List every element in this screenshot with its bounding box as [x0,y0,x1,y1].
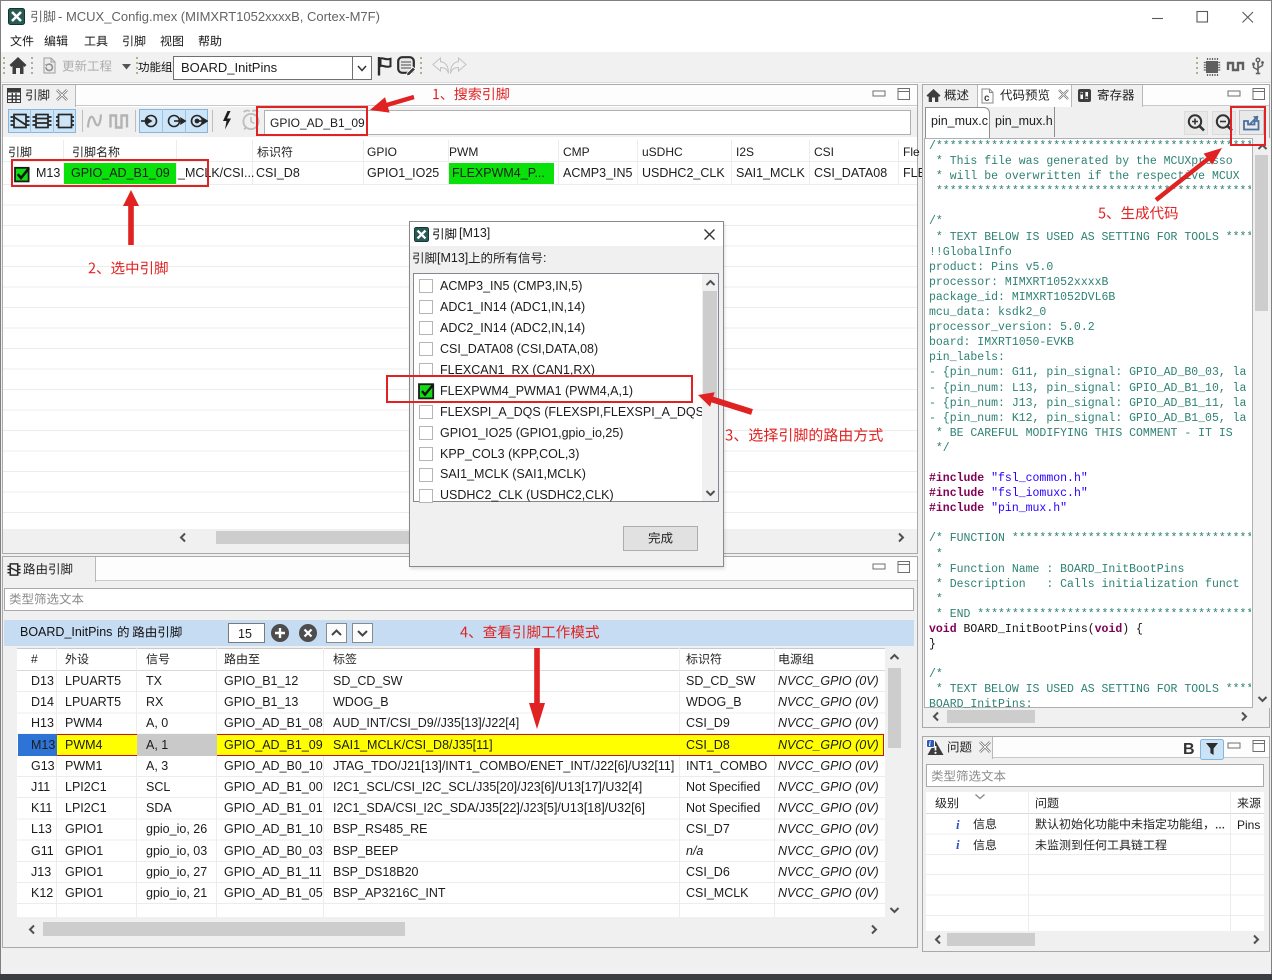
svg-text:c: c [984,93,990,104]
